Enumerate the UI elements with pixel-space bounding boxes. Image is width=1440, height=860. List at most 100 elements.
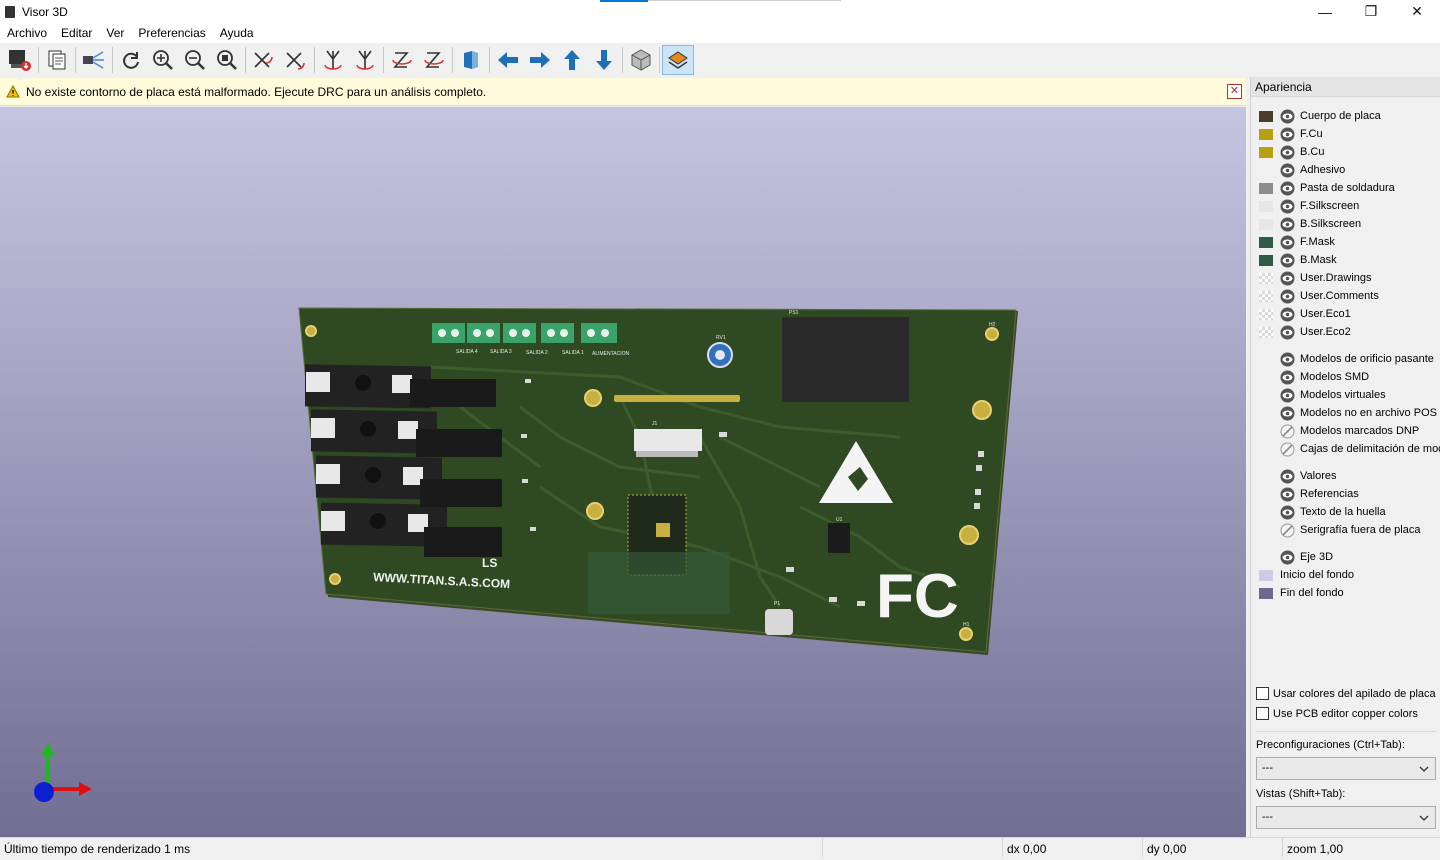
appearance-row[interactable]: F.Cu [1259, 125, 1440, 143]
use-pcb-copper-colors-checkbox[interactable]: Use PCB editor copper colors [1256, 707, 1440, 720]
zoom-fit-button[interactable] [211, 45, 243, 75]
menu-preferencias[interactable]: Preferencias [131, 23, 212, 43]
move-up-button[interactable] [556, 45, 588, 75]
visibility-eye-icon[interactable] [1280, 253, 1295, 268]
close-button[interactable]: ✕ [1394, 0, 1440, 23]
appearance-row[interactable]: User.Drawings [1259, 269, 1440, 287]
rotate-x-cw-button[interactable] [248, 45, 280, 75]
checkbox-box[interactable] [1256, 707, 1269, 720]
visibility-eye-icon[interactable] [1280, 388, 1295, 403]
visibility-hidden-icon[interactable] [1280, 442, 1295, 457]
color-swatch[interactable] [1259, 128, 1273, 140]
appearance-panel-button[interactable] [662, 45, 694, 75]
color-swatch[interactable] [1259, 326, 1273, 338]
visibility-eye-icon[interactable] [1280, 109, 1295, 124]
appearance-row[interactable]: Modelos no en archivo POS [1259, 404, 1440, 422]
appearance-row[interactable]: Texto de la huella [1259, 503, 1440, 521]
color-swatch[interactable] [1259, 308, 1273, 320]
flip-board-button[interactable] [455, 45, 487, 75]
appearance-row[interactable]: F.Silkscreen [1259, 197, 1440, 215]
visibility-eye-icon[interactable] [1280, 352, 1295, 367]
visibility-hidden-icon[interactable] [1280, 523, 1295, 538]
visibility-eye-icon[interactable] [1280, 370, 1295, 385]
appearance-row[interactable]: Cuerpo de placa [1259, 107, 1440, 125]
appearance-row[interactable]: Modelos marcados DNP [1259, 422, 1440, 440]
visibility-eye-icon[interactable] [1280, 235, 1295, 250]
move-left-button[interactable] [492, 45, 524, 75]
appearance-row[interactable]: Serigrafía fuera de placa [1259, 521, 1440, 539]
appearance-row[interactable]: B.Mask [1259, 251, 1440, 269]
visibility-eye-icon[interactable] [1280, 550, 1295, 565]
appearance-row[interactable]: User.Eco2 [1259, 323, 1440, 341]
visibility-eye-icon[interactable] [1280, 145, 1295, 160]
appearance-row[interactable]: Eje 3D [1259, 548, 1440, 566]
appearance-row[interactable]: Referencias [1259, 485, 1440, 503]
appearance-row[interactable]: Cajas de delimitación de modelos [1259, 440, 1440, 458]
visibility-eye-icon[interactable] [1280, 181, 1295, 196]
color-swatch[interactable] [1259, 254, 1273, 266]
move-right-button[interactable] [524, 45, 556, 75]
appearance-row[interactable]: Modelos de orificio pasante [1259, 350, 1440, 368]
visibility-eye-icon[interactable] [1280, 163, 1295, 178]
color-swatch[interactable] [1259, 569, 1273, 581]
zoom-out-button[interactable] [179, 45, 211, 75]
ortho-view-button[interactable] [625, 45, 657, 75]
visibility-eye-icon[interactable] [1280, 271, 1295, 286]
export-image-button[interactable] [4, 45, 36, 75]
visibility-eye-icon[interactable] [1280, 127, 1295, 142]
visibility-eye-icon[interactable] [1280, 406, 1295, 421]
color-swatch[interactable] [1259, 272, 1273, 284]
visibility-eye-icon[interactable] [1280, 325, 1295, 340]
visibility-eye-icon[interactable] [1280, 307, 1295, 322]
visibility-eye-icon[interactable] [1280, 487, 1295, 502]
move-down-button[interactable] [588, 45, 620, 75]
presets-select[interactable]: --- [1256, 757, 1436, 780]
menu-ayuda[interactable]: Ayuda [213, 23, 261, 43]
appearance-row[interactable]: Modelos virtuales [1259, 386, 1440, 404]
dismiss-warning-button[interactable]: ✕ [1227, 84, 1242, 99]
rotate-z-cw-button[interactable] [386, 45, 418, 75]
checkbox-box[interactable] [1256, 687, 1269, 700]
3d-viewport[interactable]: SALIDA 4 SALIDA 3 SALIDA 2 SALIDA 1 ALIM… [0, 107, 1246, 837]
color-swatch[interactable] [1259, 146, 1273, 158]
appearance-row[interactable]: B.Cu [1259, 143, 1440, 161]
appearance-row[interactable]: Adhesivo [1259, 161, 1440, 179]
appearance-row[interactable]: B.Silkscreen [1259, 215, 1440, 233]
use-stackup-colors-checkbox[interactable]: Usar colores del apilado de placa [1256, 687, 1440, 700]
visibility-eye-icon[interactable] [1280, 469, 1295, 484]
color-swatch[interactable] [1259, 218, 1273, 230]
copy-image-button[interactable] [41, 45, 73, 75]
menu-archivo[interactable]: Archivo [0, 23, 54, 43]
rotate-y-ccw-button[interactable] [349, 45, 381, 75]
rotate-x-ccw-button[interactable] [280, 45, 312, 75]
color-swatch[interactable] [1259, 200, 1273, 212]
visibility-eye-icon[interactable] [1280, 217, 1295, 232]
appearance-row[interactable]: Pasta de soldadura [1259, 179, 1440, 197]
maximize-button[interactable]: ❐ [1348, 0, 1394, 23]
views-select[interactable]: --- [1256, 806, 1436, 829]
rotate-y-cw-button[interactable] [317, 45, 349, 75]
appearance-row[interactable]: Fin del fondo [1259, 584, 1440, 602]
menu-ver[interactable]: Ver [99, 23, 131, 43]
color-swatch[interactable] [1259, 110, 1273, 122]
visibility-eye-icon[interactable] [1280, 505, 1295, 520]
reload-button[interactable] [115, 45, 147, 75]
raytracing-button[interactable] [78, 45, 110, 75]
zoom-in-button[interactable] [147, 45, 179, 75]
visibility-hidden-icon[interactable] [1280, 424, 1295, 439]
color-swatch[interactable] [1259, 587, 1273, 599]
appearance-row[interactable]: User.Comments [1259, 287, 1440, 305]
appearance-row[interactable]: Valores [1259, 467, 1440, 485]
minimize-button[interactable]: — [1302, 0, 1348, 23]
color-swatch[interactable] [1259, 165, 1273, 176]
appearance-row[interactable]: F.Mask [1259, 233, 1440, 251]
visibility-eye-icon[interactable] [1280, 199, 1295, 214]
rotate-z-ccw-button[interactable] [418, 45, 450, 75]
color-swatch[interactable] [1259, 236, 1273, 248]
appearance-row[interactable]: Inicio del fondo [1259, 566, 1440, 584]
color-swatch[interactable] [1259, 290, 1273, 302]
appearance-row[interactable]: User.Eco1 [1259, 305, 1440, 323]
color-swatch[interactable] [1259, 182, 1273, 194]
visibility-eye-icon[interactable] [1280, 289, 1295, 304]
menu-editar[interactable]: Editar [54, 23, 99, 43]
